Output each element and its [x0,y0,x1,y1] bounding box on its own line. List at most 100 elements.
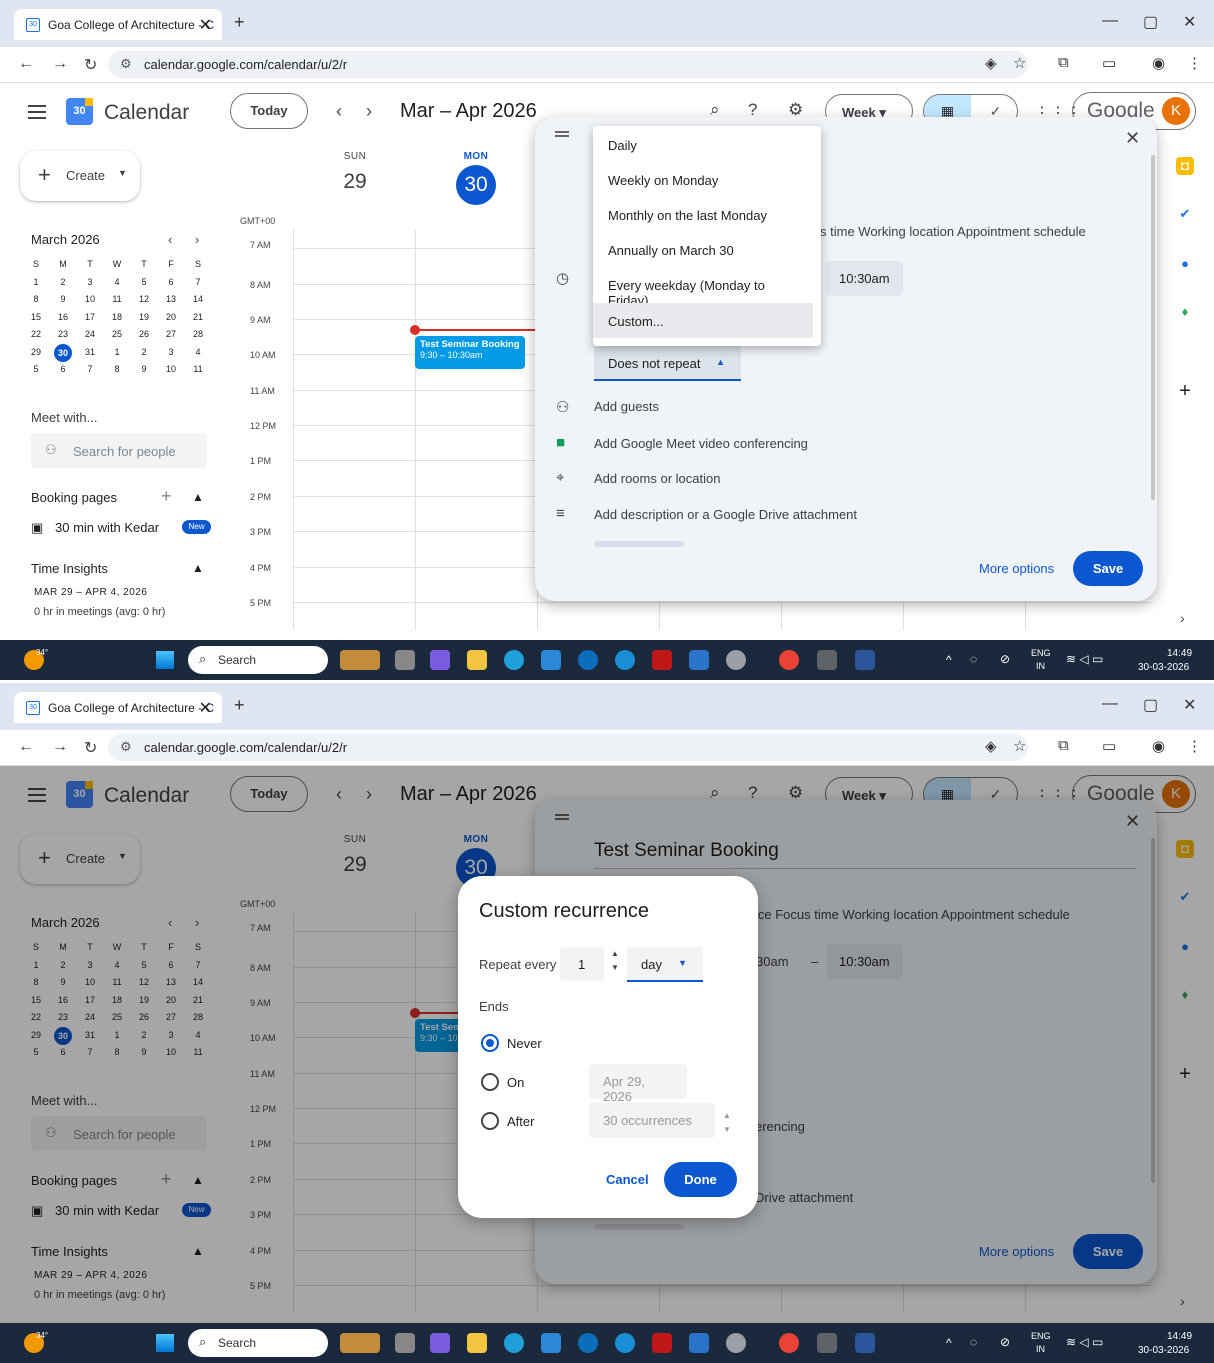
taskbar-search[interactable]: ⌕ Search [188,1329,328,1357]
repeat-option[interactable]: Daily [593,127,813,162]
repeat-option[interactable]: Monthly on the last Monday [593,197,813,232]
mini-day[interactable]: 22 [24,326,48,343]
sidepanel-icon[interactable]: ▭ [1102,737,1116,755]
radio-on-label[interactable]: On [507,1075,524,1090]
star-icon[interactable]: ☆ [1013,737,1026,755]
mini-day[interactable]: 4 [105,274,129,291]
search-people-input[interactable]: ⚇ Search for people [31,433,207,468]
mini-day[interactable]: 10 [78,291,102,308]
repeat-count-input[interactable]: 1 [560,947,604,981]
extensions-icon[interactable]: ⧉ [1058,737,1069,754]
new-tab-button[interactable]: + [234,12,245,33]
close-icon[interactable]: ✕ [1125,128,1140,149]
tray-chevron-icon[interactable]: ^ [946,653,952,667]
site-settings-icon[interactable]: ⚙ [120,739,132,755]
hamburger-icon[interactable] [28,105,46,119]
word-icon[interactable] [855,1333,875,1353]
occurrences-stepper[interactable]: ▲ ▼ [723,1109,731,1137]
scrollbar[interactable] [1151,155,1155,500]
repeat-option[interactable]: Annually on March 30 [593,232,813,267]
minimize-button[interactable]: — [1102,695,1118,713]
mini-day[interactable]: 9 [51,291,75,308]
day-header-mon[interactable]: MON 30 [446,151,506,205]
tasks-icon[interactable]: ✔ [1176,205,1194,223]
create-button[interactable]: + Create ▼ [20,151,140,201]
back-arrow-icon[interactable]: ← [18,738,34,756]
reload-icon[interactable]: ↻ [84,738,97,758]
mini-day[interactable]: 21 [186,309,210,326]
maximize-button[interactable]: ▢ [1143,12,1158,32]
more-options-link[interactable]: More options [979,561,1054,576]
remote-icon[interactable] [689,1333,709,1353]
mini-day[interactable]: 10 [159,361,183,378]
mini-day[interactable]: 8 [24,291,48,308]
clock-time[interactable]: 14:49 [1167,1331,1192,1342]
mini-day[interactable]: 28 [186,326,210,343]
mini-day[interactable]: 7 [186,274,210,291]
mini-day[interactable]: 16 [51,309,75,326]
mini-day[interactable]: 2 [132,344,156,361]
network-icon[interactable]: ◌ [970,652,977,666]
forward-arrow-icon[interactable]: → [52,55,68,73]
new-tab-button[interactable]: + [234,695,245,716]
avatar[interactable]: K [1162,97,1190,125]
forward-arrow-icon[interactable]: → [52,738,68,756]
copilot-icon[interactable] [430,650,450,670]
done-button[interactable]: Done [664,1162,737,1197]
mini-day[interactable]: 23 [51,326,75,343]
mini-day[interactable]: 3 [78,274,102,291]
taskbar-search[interactable]: ⌕ Search [188,646,328,674]
hp-icon[interactable] [578,650,598,670]
help-app-icon[interactable] [615,1333,635,1353]
mini-day[interactable]: 1 [105,344,129,361]
add-addon-icon[interactable]: + [1176,381,1194,401]
extensions-icon[interactable]: ⧉ [1058,54,1069,71]
tab-close-icon[interactable]: ✕ [199,15,212,35]
mini-day[interactable]: 5 [132,274,156,291]
mini-day[interactable]: 27 [159,326,183,343]
mini-day[interactable]: 11 [105,291,129,308]
prev-week-icon[interactable]: ‹ [336,101,342,122]
profile-icon[interactable]: ◉ [1152,737,1165,755]
window-close-button[interactable]: ✕ [1183,695,1196,715]
add-description[interactable]: Add description or a Google Drive attach… [594,507,857,522]
kebab-icon[interactable]: ⋮ [1187,737,1202,755]
windows-icon[interactable] [156,651,174,669]
eye-icon[interactable]: ◈ [985,737,997,755]
mini-day[interactable]: 5 [24,361,48,378]
file-explorer-icon[interactable] [467,1333,487,1353]
mini-next-icon[interactable]: › [195,232,199,247]
radio-never-label[interactable]: Never [507,1036,542,1051]
mini-day[interactable]: 29 [24,344,48,361]
calculator-icon[interactable] [817,1333,837,1353]
repeat-option[interactable]: Weekly on Monday [593,162,813,197]
windows-icon[interactable] [156,1334,174,1352]
word-icon[interactable] [855,650,875,670]
file-explorer-icon[interactable] [467,650,487,670]
task-view-icon[interactable] [395,1333,415,1353]
end-date-input[interactable]: Apr 29, 2026 [589,1064,687,1104]
network-icon[interactable]: ◌ [970,1335,977,1349]
chrome-icon[interactable] [779,1333,799,1353]
mini-day[interactable]: 24 [78,326,102,343]
chrome-icon[interactable] [779,650,799,670]
mini-day[interactable]: 25 [105,326,129,343]
mini-day[interactable]: 14 [186,291,210,308]
add-booking-icon[interactable]: + [161,486,172,507]
help-app-icon[interactable] [615,650,635,670]
booking-item[interactable]: ▣ 30 min with Kedar [31,520,159,535]
cancel-button[interactable]: Cancel [606,1172,649,1187]
mcafee-icon[interactable] [652,650,672,670]
mini-day[interactable]: 13 [159,291,183,308]
mini-day[interactable]: 1 [24,274,48,291]
clock-time[interactable]: 14:49 [1167,648,1192,659]
next-week-icon[interactable]: › [366,101,372,122]
mcafee-icon[interactable] [652,1333,672,1353]
mini-day[interactable]: 15 [24,309,48,326]
mini-day[interactable]: 6 [51,361,75,378]
back-arrow-icon[interactable]: ← [18,55,34,73]
mini-day[interactable]: 7 [78,361,102,378]
browser-tab[interactable]: 30 Goa College of Architecture - C ✕ [14,692,222,723]
minimize-button[interactable]: — [1102,12,1118,30]
settings-app-icon[interactable] [726,1333,746,1353]
